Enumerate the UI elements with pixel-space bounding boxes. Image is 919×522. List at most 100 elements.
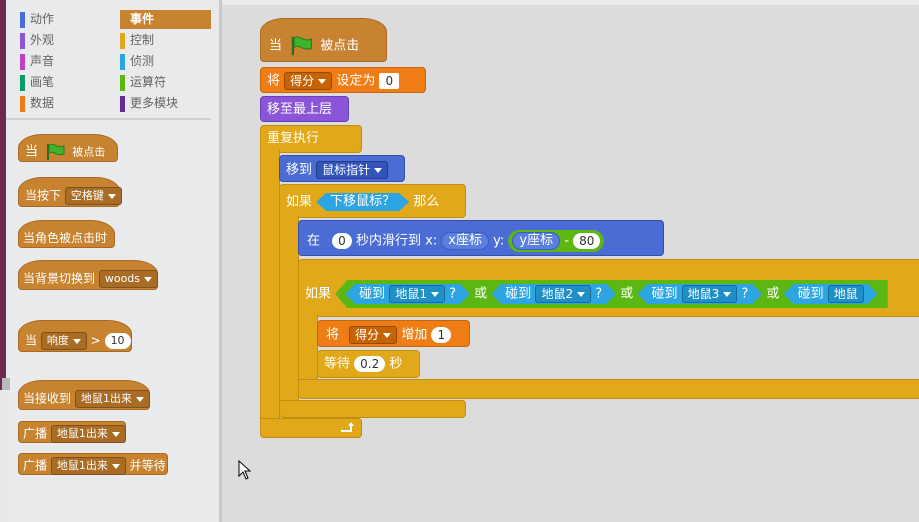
if-inner-bottom[interactable] [298, 379, 919, 399]
dropdown-value: 地鼠2 [541, 287, 574, 301]
category-label: 侦测 [130, 54, 155, 68]
palette-when-sprite-clicked[interactable]: 当角色被点击时 [18, 220, 115, 248]
script-when-flag-clicked[interactable]: 当 被点击 [260, 18, 387, 62]
block-text: 增加 [401, 327, 428, 343]
category-sound[interactable]: 声音 [20, 52, 120, 71]
block-text: 碰到 [505, 286, 532, 302]
block-text: x座标 [448, 233, 482, 248]
forever-bottom[interactable] [260, 418, 362, 438]
forever-block[interactable]: 重复执行 [260, 125, 362, 153]
wait-block[interactable]: 等待 0.2 秒 [317, 350, 420, 378]
dropdown-value: 地鼠1出来 [80, 392, 132, 405]
block-text: 碰到 [797, 286, 824, 302]
message-dropdown[interactable]: 地鼠1出来 [50, 457, 126, 475]
block-text: 或 [474, 286, 488, 302]
if-block-outer[interactable]: 如果 下移鼠标？ 那么 [279, 184, 466, 218]
block-text: 碰到 [651, 286, 678, 302]
dropdown-arrow-icon [72, 338, 81, 344]
forever-arm [260, 150, 280, 420]
set-value-input[interactable]: 0 [379, 73, 400, 89]
touching-condition[interactable]: 碰到 地鼠3 ? [637, 284, 762, 304]
glide-block[interactable]: 在 0 秒内滑行到 x: x座标 y: y座标 - 80 [298, 220, 664, 256]
go-to-block[interactable]: 移到 鼠标指针 [279, 155, 405, 182]
message-dropdown[interactable]: 地鼠1出来 [50, 425, 126, 443]
if-block-inner[interactable]: 如果 碰到 地鼠1 ? 或 碰到 地鼠2 ? 或 碰到 地鼠3 ? 或 碰到 地… [298, 259, 919, 317]
if-outer-bottom[interactable] [279, 400, 466, 418]
touching-condition[interactable]: 碰到 地鼠 [784, 284, 878, 304]
palette-when-receive[interactable]: 当接收到 地鼠1出来 [18, 380, 150, 410]
dropdown-value: 地鼠1 [395, 287, 427, 301]
backdrop-dropdown[interactable]: woods [98, 270, 159, 288]
block-text: 移到 [286, 162, 313, 178]
palette-broadcast[interactable]: 广播 地鼠1出来 [18, 421, 126, 443]
dropdown-arrow-icon [107, 193, 116, 199]
dropdown-arrow-icon [135, 396, 144, 402]
variable-dropdown[interactable]: 得分 [284, 72, 333, 90]
block-text: 或 [620, 286, 634, 302]
block-text: 当背景切换到 [23, 271, 96, 286]
key-dropdown[interactable]: 空格键 [64, 187, 122, 205]
block-text: 或 [766, 286, 780, 302]
green-flag-icon [47, 143, 65, 160]
category-operators[interactable]: 运算符 [120, 73, 211, 92]
block-text: 被点击 [72, 145, 106, 159]
category-data[interactable]: 数据 [20, 94, 120, 113]
block-text: 秒 [389, 356, 403, 372]
x-position-reporter[interactable]: x座标 [441, 232, 489, 250]
sprite-dropdown[interactable]: 地鼠2 [535, 285, 591, 303]
category-color-bar [20, 54, 25, 70]
mouse-down-condition[interactable]: 下移鼠标？ [316, 193, 409, 211]
change-variable-block[interactable]: 将 得分 增加 1 [317, 320, 470, 347]
target-dropdown[interactable]: 鼠标指针 [316, 161, 389, 179]
category-pen[interactable]: 画笔 [20, 73, 120, 92]
palette-when-key-pressed[interactable]: 当按下 空格键 [18, 177, 122, 207]
block-text: ? [595, 286, 603, 302]
set-variable-block[interactable]: 将 得分 设定为 0 [260, 67, 426, 93]
block-text: 如果 [286, 194, 313, 210]
palette-when-sensor-greater[interactable]: 当 响度 > 10 [18, 320, 132, 352]
block-text: ? [741, 286, 749, 302]
category-looks[interactable]: 外观 [20, 31, 120, 50]
or-operator-chain[interactable]: 碰到 地鼠1 ? 或 碰到 地鼠2 ? 或 碰到 地鼠3 ? 或 碰到 地鼠 [335, 280, 888, 308]
category-label: 外观 [30, 33, 55, 47]
category-motion[interactable]: 动作 [20, 10, 120, 29]
glide-seconds-input[interactable]: 0 [332, 233, 352, 249]
touching-condition[interactable]: 碰到 地鼠1 ? [345, 284, 470, 304]
sprite-dropdown[interactable]: 地鼠 [828, 285, 864, 303]
block-text: 设定为 [336, 73, 376, 89]
sensor-value-input[interactable]: 10 [104, 333, 131, 349]
category-more-blocks[interactable]: 更多模块 [120, 94, 211, 113]
dropdown-value: 得分 [290, 74, 315, 88]
block-text: 广播 [23, 426, 48, 441]
sensor-dropdown[interactable]: 响度 [40, 332, 87, 350]
category-color-bar [120, 96, 125, 112]
category-label: 数据 [30, 96, 55, 110]
category-sensing[interactable]: 侦测 [120, 52, 211, 71]
category-control[interactable]: 控制 [120, 31, 211, 50]
if-inner-arm [298, 315, 318, 381]
block-text: 当 [269, 38, 283, 54]
green-flag-icon [291, 36, 313, 56]
wait-seconds-input[interactable]: 0.2 [354, 356, 386, 372]
go-to-front-block[interactable]: 移至最上层 [260, 96, 349, 122]
palette-broadcast-and-wait[interactable]: 广播 地鼠1出来 并等待 [18, 453, 168, 475]
y-position-reporter[interactable]: y座标 [512, 232, 561, 250]
dropdown-arrow-icon [383, 333, 392, 338]
variable-dropdown[interactable]: 得分 [349, 326, 398, 344]
sprite-dropdown[interactable]: 地鼠3 [682, 285, 738, 303]
dropdown-value: woods [104, 272, 141, 285]
block-text: 重复执行 [267, 131, 320, 146]
touching-condition[interactable]: 碰到 地鼠2 ? [491, 284, 616, 304]
palette-when-backdrop-switches[interactable]: 当背景切换到 woods [18, 260, 159, 290]
change-value-input[interactable]: 1 [431, 327, 452, 343]
scroll-left-arrow-icon[interactable] [2, 378, 10, 390]
category-events[interactable]: 事件 [120, 10, 211, 29]
sprite-dropdown[interactable]: 地鼠1 [389, 285, 445, 303]
message-dropdown[interactable]: 地鼠1出来 [74, 390, 150, 408]
category-color-bar [20, 33, 25, 49]
palette-when-flag-clicked[interactable]: 当 被点击 [18, 134, 118, 162]
dropdown-arrow-icon [111, 431, 120, 437]
offset-input[interactable]: 80 [573, 233, 601, 249]
block-text: 下移鼠标？ [330, 194, 396, 209]
subtract-operator[interactable]: y座标 - 80 [508, 230, 605, 252]
